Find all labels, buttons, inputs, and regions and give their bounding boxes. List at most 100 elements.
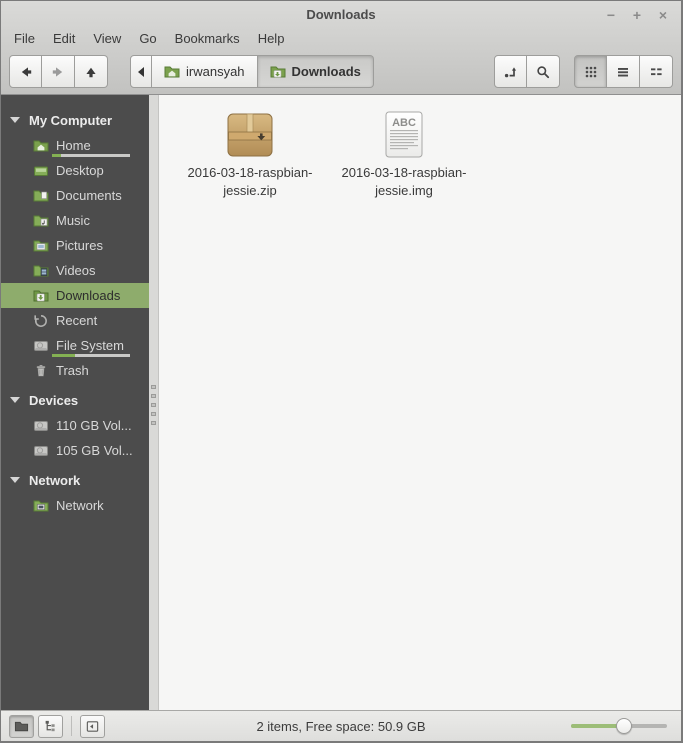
- menu-help[interactable]: Help: [249, 29, 294, 48]
- downloads-folder-icon: [33, 288, 49, 304]
- search-button[interactable]: [527, 55, 560, 88]
- sidebar-item-label: Videos: [56, 263, 96, 278]
- places-view-button[interactable]: [9, 714, 34, 738]
- titlebar[interactable]: Downloads − + ×: [1, 1, 681, 28]
- sidebar-item-label: Trash: [56, 363, 89, 378]
- section-label: Network: [29, 472, 81, 488]
- list-view-icon: [615, 64, 631, 80]
- sidebar-item-volume-105[interactable]: 105 GB Vol...: [1, 438, 149, 463]
- sidebar-section-my-computer[interactable]: My Computer: [1, 107, 149, 133]
- desktop-icon: [33, 163, 49, 179]
- breadcrumb-item-home[interactable]: irwansyah: [152, 55, 258, 88]
- panel-collapse-icon: [85, 719, 100, 734]
- breadcrumb-label: Downloads: [291, 64, 361, 79]
- disk-usage-bar: [52, 154, 130, 157]
- sidebar-item-desktop[interactable]: Desktop: [1, 158, 149, 183]
- chevron-left-icon: [137, 66, 145, 77]
- toolbar-right: [494, 55, 673, 88]
- search-icon: [535, 64, 551, 80]
- home-folder-icon: [33, 138, 49, 154]
- sidebar-item-downloads[interactable]: Downloads: [1, 283, 149, 308]
- sidebar-item-label: Desktop: [56, 163, 104, 178]
- menubar: File Edit View Go Bookmarks Help: [1, 28, 681, 49]
- pane-separator-grip[interactable]: [151, 385, 156, 425]
- compact-view-icon: [648, 64, 664, 80]
- sidebar-item-pictures[interactable]: Pictures: [1, 233, 149, 258]
- nav-button-group: [9, 55, 108, 88]
- back-arrow-icon: [18, 64, 34, 80]
- section-label: My Computer: [29, 112, 113, 128]
- sidebar-item-documents[interactable]: Documents: [1, 183, 149, 208]
- sidebar-item-videos[interactable]: Videos: [1, 258, 149, 283]
- menu-view[interactable]: View: [84, 29, 130, 48]
- trash-icon: [33, 363, 49, 379]
- videos-folder-icon: [33, 263, 49, 279]
- expander-arrow-icon: [10, 117, 20, 123]
- menu-bookmarks[interactable]: Bookmarks: [166, 29, 249, 48]
- sidebar-section-devices[interactable]: Devices: [1, 387, 149, 413]
- back-button[interactable]: [9, 55, 42, 88]
- recent-icon: [33, 313, 49, 329]
- menu-edit[interactable]: Edit: [44, 29, 84, 48]
- statusbar: 2 items, Free space: 50.9 GB: [1, 710, 681, 741]
- hide-sidebar-button[interactable]: [80, 714, 105, 738]
- file-item-img[interactable]: ABC 2016-03-18-raspbian-jessie.img: [327, 105, 481, 203]
- maximize-button[interactable]: +: [629, 7, 645, 23]
- window-body: My Computer Home Desktop Documents Music…: [1, 95, 681, 710]
- text-document-icon: ABC: [379, 109, 429, 161]
- sidebar-item-volume-110[interactable]: 110 GB Vol...: [1, 413, 149, 438]
- svg-text:ABC: ABC: [392, 117, 416, 129]
- sidebar: My Computer Home Desktop Documents Music…: [1, 95, 149, 710]
- window-header: Downloads − + × File Edit View Go Bookma…: [1, 1, 681, 95]
- file-name: 2016-03-18-raspbian-jessie.img: [341, 165, 467, 198]
- file-name: 2016-03-18-raspbian-jessie.zip: [187, 165, 313, 198]
- file-item-zip[interactable]: 2016-03-18-raspbian-jessie.zip: [173, 105, 327, 203]
- toolbar: irwansyah Downloads: [1, 49, 681, 94]
- sidebar-item-label: 110 GB Vol...: [56, 418, 132, 433]
- expander-arrow-icon: [10, 397, 20, 403]
- music-folder-icon: [33, 213, 49, 229]
- breadcrumb-item-downloads[interactable]: Downloads: [257, 55, 374, 88]
- forward-button[interactable]: [42, 55, 75, 88]
- sidebar-item-label: 105 GB Vol...: [56, 443, 133, 458]
- icon-view-button[interactable]: [574, 55, 607, 88]
- sidebar-item-trash[interactable]: Trash: [1, 358, 149, 383]
- sidebar-item-recent[interactable]: Recent: [1, 308, 149, 333]
- tree-view-icon: [43, 719, 58, 734]
- statusbar-separator: [71, 716, 72, 736]
- list-view-button[interactable]: [607, 55, 640, 88]
- up-arrow-icon: [83, 64, 99, 80]
- window-controls: − + ×: [603, 1, 671, 28]
- view-toggle-group: [574, 55, 673, 88]
- pane-separator[interactable]: [149, 95, 159, 710]
- toggle-location-entry-button[interactable]: [494, 55, 527, 88]
- sidebar-item-home[interactable]: Home: [1, 133, 149, 158]
- sidebar-item-music[interactable]: Music: [1, 208, 149, 233]
- forward-arrow-icon: [50, 64, 66, 80]
- sidebar-item-label: Downloads: [56, 288, 121, 303]
- sidebar-item-label: Network: [56, 498, 104, 513]
- section-label: Devices: [29, 392, 79, 408]
- sidebar-section-network[interactable]: Network: [1, 467, 149, 493]
- sidebar-item-file-system[interactable]: File System: [1, 333, 149, 358]
- drive-icon: [33, 418, 49, 434]
- breadcrumb-scroll-left-button[interactable]: [130, 55, 152, 88]
- location-search-group: [494, 55, 560, 88]
- menu-file[interactable]: File: [5, 29, 44, 48]
- window-title: Downloads: [306, 7, 376, 22]
- compact-view-button[interactable]: [640, 55, 673, 88]
- menu-go[interactable]: Go: [130, 29, 165, 48]
- documents-folder-icon: [33, 188, 49, 204]
- file-view[interactable]: 2016-03-18-raspbian-jessie.zip ABC 2016-…: [159, 95, 681, 710]
- minimize-button[interactable]: −: [603, 7, 619, 23]
- tree-view-button[interactable]: [38, 714, 63, 738]
- zoom-slider-track[interactable]: [571, 718, 667, 734]
- sidebar-item-network[interactable]: Network: [1, 493, 149, 518]
- up-button[interactable]: [75, 55, 108, 88]
- downloads-folder-icon: [270, 64, 286, 80]
- sidebar-item-label: Music: [56, 213, 90, 228]
- close-button[interactable]: ×: [655, 7, 671, 23]
- expander-arrow-icon: [10, 477, 20, 483]
- zoom-slider[interactable]: [571, 717, 667, 735]
- zoom-slider-thumb[interactable]: [615, 718, 632, 734]
